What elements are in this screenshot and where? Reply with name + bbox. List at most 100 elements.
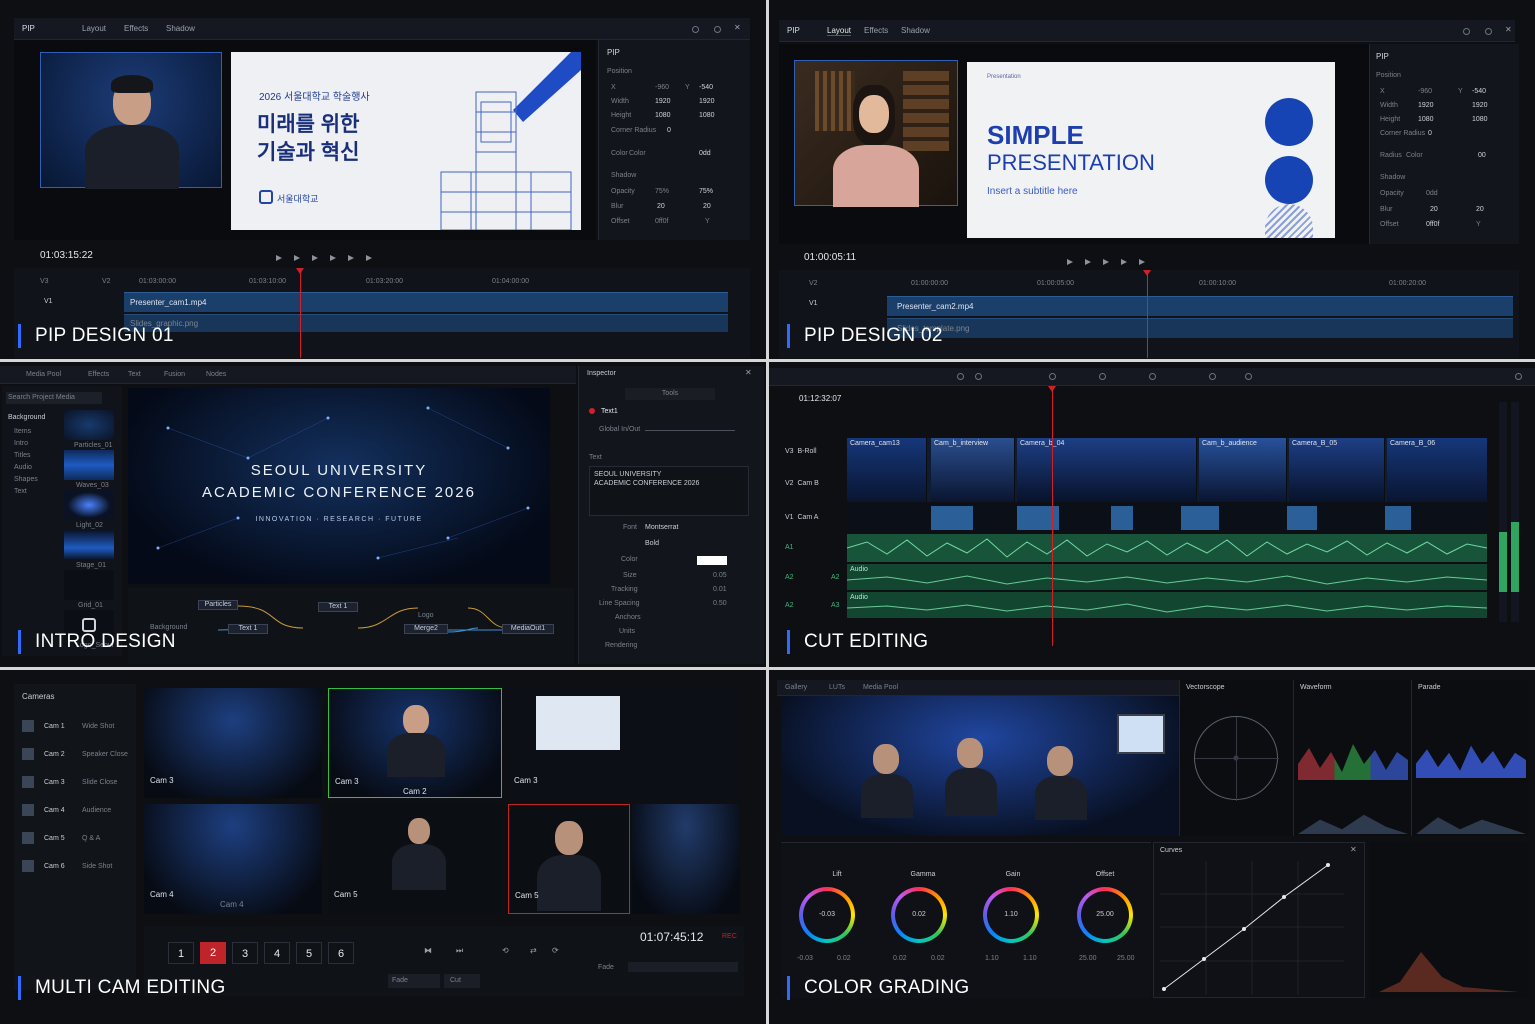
tool-icon[interactable] [975, 373, 982, 380]
tree-item[interactable]: Text [14, 488, 27, 495]
color-field[interactable]: 00 [1478, 152, 1486, 159]
camera-tile[interactable]: Cam 3 [144, 688, 322, 798]
clip[interactable]: Cam_b_interview [931, 438, 1015, 502]
clip-slides[interactable]: Slides_graphic.png [124, 314, 728, 332]
fade-button[interactable]: Fade [388, 974, 440, 988]
tree-item[interactable]: Intro [14, 440, 28, 447]
wheel-field[interactable]: 1.10 [985, 955, 999, 962]
tab-gallery[interactable]: Gallery [785, 684, 807, 691]
style-select[interactable]: Bold [645, 540, 659, 547]
cam-button-3[interactable]: 3 [232, 942, 258, 964]
camera-row[interactable]: Cam 3 Slide Close [22, 776, 132, 790]
node-text[interactable]: Text 1 [228, 624, 268, 634]
wheel-field[interactable]: 0.02 [931, 955, 945, 962]
close-icon[interactable]: ✕ [734, 23, 741, 32]
camera-row[interactable]: Cam 1 Wide Shot [22, 720, 132, 734]
transition-icon[interactable]: ⧓ [424, 946, 432, 955]
node-logo[interactable]: Logo [418, 612, 434, 619]
tool-icon[interactable] [1049, 373, 1056, 380]
y-field[interactable]: -540 [1472, 88, 1486, 95]
width-field-2[interactable]: 1920 [1472, 102, 1488, 109]
playhead-head[interactable] [1048, 386, 1056, 392]
camera-tile[interactable] [632, 804, 740, 914]
tab-layout[interactable]: Layout [82, 24, 106, 33]
thumb[interactable] [64, 570, 114, 600]
thumb[interactable] [64, 530, 114, 560]
camera-tile-preview[interactable]: Cam 5 [508, 804, 630, 914]
camera-tile[interactable]: Cam 5 [328, 804, 502, 914]
fast-forward-icon[interactable] [330, 255, 336, 261]
wheel-field[interactable]: 0.02 [893, 955, 907, 962]
cut-button[interactable]: Cut [444, 974, 480, 988]
camera-tile[interactable]: Cam 4 Cam 4 [144, 804, 322, 914]
tab-layout[interactable]: Layout [827, 26, 852, 36]
tab-nodes[interactable]: Nodes [206, 371, 226, 378]
text-field[interactable]: SEOUL UNIVERSITY ACADEMIC CONFERENCE 202… [589, 466, 749, 516]
wheel-field[interactable]: 25.00 [1079, 955, 1097, 962]
height-field-2[interactable]: 1080 [699, 112, 715, 119]
clip-presenter[interactable]: Presenter_cam1.mp4 [124, 292, 728, 312]
forward-icon[interactable] [1103, 259, 1109, 265]
line-spacing-field[interactable]: 0.50 [713, 600, 727, 607]
tab-media-pool[interactable]: Media Pool [863, 684, 898, 691]
tools-tab[interactable]: Tools [625, 388, 715, 400]
corner-radius-field[interactable]: 0 [1428, 130, 1432, 137]
settings-icon[interactable] [1463, 28, 1470, 35]
cam-button-4[interactable]: 4 [264, 942, 290, 964]
tree-item[interactable]: Audio [14, 464, 32, 471]
tool-icon[interactable] [1209, 373, 1216, 380]
node-merge[interactable]: Merge2 [404, 624, 448, 634]
tool-icon[interactable] [957, 373, 964, 380]
offset-field[interactable]: 0ff0f [655, 218, 669, 225]
tab-shadow[interactable]: Shadow [166, 24, 195, 33]
blur-field[interactable]: 20 [657, 203, 665, 210]
audio-track-a3[interactable]: Audio [847, 592, 1487, 618]
font-select[interactable]: Montserrat [645, 524, 678, 531]
fast-forward-icon[interactable] [1121, 259, 1127, 265]
link-icon[interactable]: ⟳ [552, 946, 559, 955]
opacity-field-2[interactable]: 75% [699, 188, 713, 195]
wheel-field[interactable]: 25.00 [1117, 955, 1135, 962]
settings-icon[interactable] [692, 26, 699, 33]
search-input[interactable]: Search Project Media [6, 392, 102, 404]
width-field[interactable]: 1920 [1418, 102, 1434, 109]
tool-icon[interactable] [1099, 373, 1106, 380]
corner-radius-field[interactable]: 0 [667, 127, 671, 134]
clip[interactable]: Camera_B_06 [1387, 438, 1487, 502]
play-icon[interactable] [1067, 259, 1073, 265]
thumb[interactable] [64, 410, 114, 440]
tab-media-pool[interactable]: Media Pool [26, 371, 61, 378]
y-field[interactable]: -540 [699, 84, 713, 91]
loop-icon[interactable] [1139, 259, 1145, 265]
node-particles[interactable]: Particles [198, 600, 238, 610]
clip[interactable]: Camera_cam13 [847, 438, 927, 502]
clip[interactable] [1111, 506, 1133, 530]
width-field-2[interactable]: 1920 [699, 98, 715, 105]
presenter-video[interactable] [794, 60, 958, 207]
tab-effects[interactable]: Effects [88, 371, 109, 378]
playhead[interactable] [300, 268, 301, 358]
camera-row[interactable]: Cam 2 Speaker Close [22, 748, 132, 762]
global-slider[interactable] [645, 430, 735, 431]
cam-button-1[interactable]: 1 [168, 942, 194, 964]
height-field[interactable]: 1080 [655, 112, 671, 119]
tool-icon[interactable] [1245, 373, 1252, 380]
x-field[interactable]: -960 [655, 84, 669, 91]
clip-presenter[interactable]: Presenter_cam2.mp4 [887, 296, 1513, 316]
clip-slides[interactable]: Slides_template.png [887, 318, 1513, 338]
loop-icon[interactable] [366, 255, 372, 261]
playhead-head[interactable] [1143, 270, 1151, 276]
close-icon[interactable]: ✕ [1505, 25, 1512, 34]
tab-luts[interactable]: LUTs [829, 684, 845, 691]
offset-field[interactable]: 0ff0f [1426, 221, 1440, 228]
playhead[interactable] [1147, 270, 1148, 358]
blur-field[interactable]: 20 [1430, 206, 1438, 213]
clip[interactable] [1287, 506, 1317, 530]
tree-item[interactable]: Items [14, 428, 31, 435]
cam-button-6[interactable]: 6 [328, 942, 354, 964]
sync-icon[interactable]: ⇄ [530, 946, 537, 955]
fade-slider[interactable] [628, 962, 738, 972]
step-icon[interactable] [1085, 259, 1091, 265]
clip[interactable]: Camera_b_04 [1017, 438, 1197, 502]
size-field[interactable]: 0.05 [713, 572, 727, 579]
